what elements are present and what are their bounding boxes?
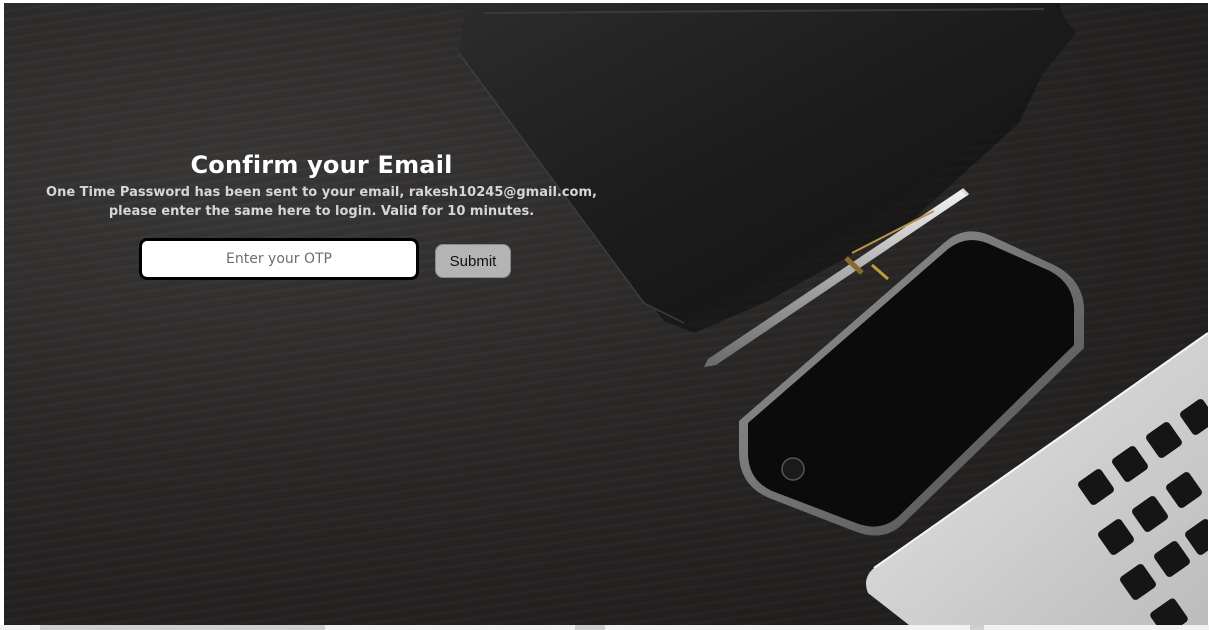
submit-button[interactable]: Submit — [435, 244, 511, 278]
message-line-1: One Time Password has been sent to your … — [46, 185, 597, 200]
bottom-edge-strip — [0, 625, 1209, 630]
otp-sent-message: One Time Password has been sent to your … — [24, 183, 619, 221]
confirm-email-panel: Confirm your Email One Time Password has… — [24, 151, 619, 221]
otp-input[interactable] — [139, 238, 419, 280]
bottom-strip-segment — [575, 625, 605, 630]
desk-scene-illustration — [458, 3, 1208, 625]
bottom-strip-segment — [40, 625, 325, 630]
page-title: Confirm your Email — [190, 151, 453, 179]
bottom-strip-segment — [970, 625, 984, 630]
message-line-2: please enter the same here to login. Val… — [108, 204, 535, 219]
background-photo: Confirm your Email One Time Password has… — [4, 3, 1208, 625]
